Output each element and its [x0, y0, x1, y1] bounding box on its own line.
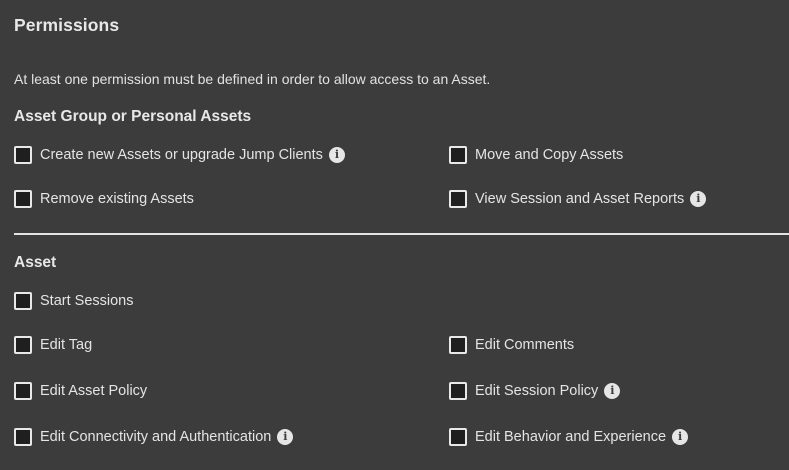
edit-asset-policy-checkbox[interactable]: [14, 382, 32, 400]
perm-label: View Session and Asset Reports: [475, 191, 685, 207]
perm-label: Remove existing Assets: [40, 191, 194, 207]
info-icon[interactable]: i: [604, 383, 621, 399]
perm-label: Edit Comments: [475, 337, 575, 353]
permissions-panel: Permissions At least one permission must…: [0, 0, 789, 470]
perm-edit-connectivity[interactable]: Edit Connectivity and Authentication i: [14, 427, 294, 447]
move-copy-assets-checkbox[interactable]: [449, 146, 467, 164]
remove-assets-checkbox[interactable]: [14, 190, 32, 208]
perm-start-sessions[interactable]: Start Sessions: [14, 291, 134, 311]
perm-view-reports[interactable]: View Session and Asset Reports i: [449, 189, 707, 209]
info-icon[interactable]: i: [690, 191, 707, 207]
perm-label: Edit Tag: [40, 337, 93, 353]
section-divider: [14, 233, 789, 235]
edit-session-policy-checkbox[interactable]: [449, 382, 467, 400]
perm-label: Create new Assets or upgrade Jump Client…: [40, 147, 323, 163]
perm-create-assets[interactable]: Create new Assets or upgrade Jump Client…: [14, 145, 345, 165]
perm-move-copy-assets[interactable]: Move and Copy Assets: [449, 145, 623, 165]
view-reports-checkbox[interactable]: [449, 190, 467, 208]
perm-remove-assets[interactable]: Remove existing Assets: [14, 189, 194, 209]
edit-tag-checkbox[interactable]: [14, 336, 32, 354]
start-sessions-checkbox[interactable]: [14, 292, 32, 310]
edit-behavior-checkbox[interactable]: [449, 428, 467, 446]
perm-edit-asset-policy[interactable]: Edit Asset Policy: [14, 381, 147, 401]
section-title-asset-group: Asset Group or Personal Assets: [14, 108, 252, 125]
section-title-asset: Asset: [14, 254, 57, 271]
perm-edit-behavior[interactable]: Edit Behavior and Experience i: [449, 427, 689, 447]
perm-edit-session-policy[interactable]: Edit Session Policy i: [449, 381, 621, 401]
info-icon[interactable]: i: [277, 429, 294, 445]
perm-edit-comments[interactable]: Edit Comments: [449, 335, 574, 355]
perm-label: Edit Session Policy: [475, 383, 599, 399]
info-icon[interactable]: i: [672, 429, 689, 445]
create-assets-checkbox[interactable]: [14, 146, 32, 164]
perm-edit-tag[interactable]: Edit Tag: [14, 335, 92, 355]
page-title: Permissions: [14, 15, 120, 35]
perm-label: Edit Connectivity and Authentication: [40, 429, 272, 445]
perm-label: Edit Asset Policy: [40, 383, 148, 399]
perm-label: Start Sessions: [40, 293, 134, 309]
edit-comments-checkbox[interactable]: [449, 336, 467, 354]
info-icon[interactable]: i: [328, 147, 345, 163]
edit-connectivity-checkbox[interactable]: [14, 428, 32, 446]
permissions-notice: At least one permission must be defined …: [14, 71, 491, 87]
perm-label: Move and Copy Assets: [475, 147, 624, 163]
perm-label: Edit Behavior and Experience: [475, 429, 667, 445]
